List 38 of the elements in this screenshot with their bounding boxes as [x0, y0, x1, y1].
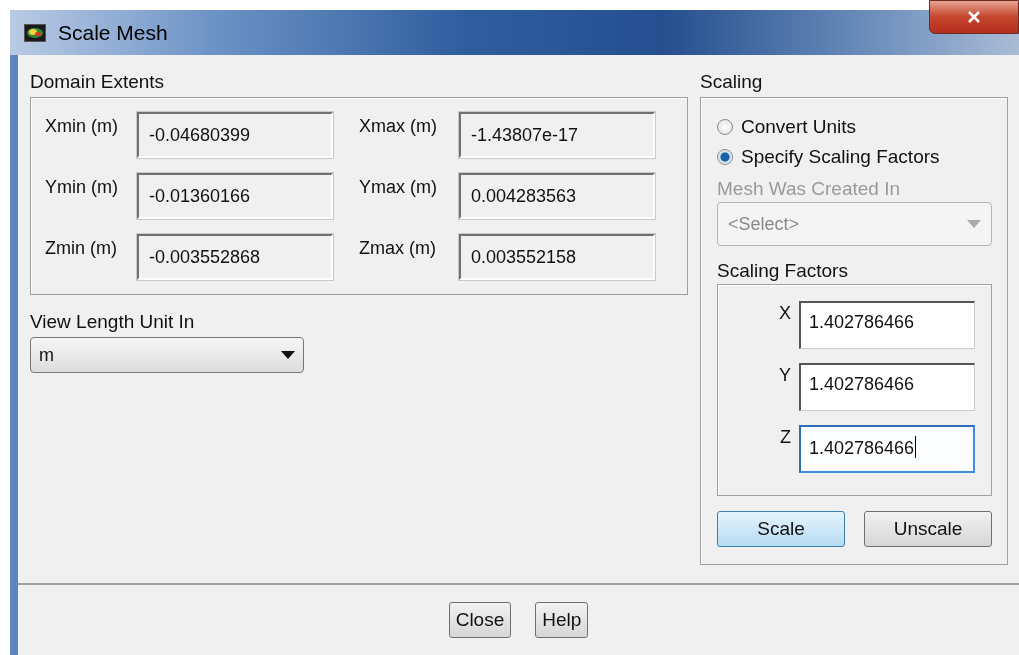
radio-option[interactable]: Convert Units: [717, 112, 992, 142]
field-label: Ymin (m): [45, 176, 119, 198]
readonly-field: -1.43807e-17: [459, 112, 655, 158]
field-label: Mesh Was Created In: [717, 178, 902, 200]
field-label: Ymax (m): [359, 176, 438, 198]
readonly-field: -0.003552868: [137, 234, 333, 280]
close-button[interactable]: Close: [448, 602, 512, 638]
field-label: X: [779, 302, 791, 325]
close-icon: [967, 11, 981, 23]
input-field[interactable]: 1.402786466: [799, 363, 975, 411]
readonly-field: 0.004283563: [459, 173, 655, 219]
field-label: Zmin (m): [45, 237, 118, 259]
window-title: Scale Mesh: [58, 20, 168, 45]
field-label: Xmax (m): [359, 115, 438, 137]
caret-icon: [967, 220, 981, 228]
group-label: Scaling: [700, 71, 764, 93]
group-label: Domain Extents: [30, 71, 166, 93]
radio-option[interactable]: Specify Scaling Factors: [717, 142, 992, 172]
radio-button[interactable]: [717, 149, 733, 165]
field-label: Y: [779, 364, 791, 387]
field-label: Xmin (m): [45, 115, 119, 137]
readonly-field: -0.01360166: [137, 173, 333, 219]
unit-dropdown[interactable]: m: [30, 337, 304, 373]
caret-icon: [281, 351, 295, 359]
radio-button[interactable]: [717, 119, 733, 135]
field-label: Zmax (m): [359, 237, 437, 259]
field-label: Z: [780, 426, 791, 449]
input-field[interactable]: 1.402786466: [799, 425, 975, 473]
input-field[interactable]: 1.402786466: [799, 301, 975, 349]
app-icon: [24, 23, 46, 42]
readonly-field: -0.04680399: [137, 112, 333, 158]
group-label: Scaling Factors: [717, 260, 849, 282]
readonly-field: 0.003552158: [459, 234, 655, 280]
help-button[interactable]: Help: [535, 602, 589, 638]
unscale-button[interactable]: Unscale: [864, 511, 992, 547]
field-label: View Length Unit In: [30, 311, 196, 333]
scale-button[interactable]: Scale: [717, 511, 845, 547]
close-button[interactable]: [929, 0, 1019, 34]
